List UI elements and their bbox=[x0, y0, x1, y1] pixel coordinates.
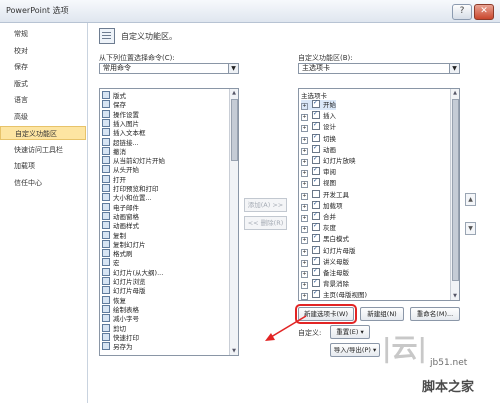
watermark-url: jb51.net bbox=[430, 358, 468, 368]
watermark-name: 脚本之家 bbox=[422, 380, 475, 395]
annotation-arrow-line bbox=[270, 315, 307, 338]
site-watermark: |云| jb51.net 脚本之家 bbox=[382, 328, 500, 403]
annotation-arrow-head bbox=[265, 333, 275, 341]
watermark-mark: |云| bbox=[382, 334, 427, 364]
